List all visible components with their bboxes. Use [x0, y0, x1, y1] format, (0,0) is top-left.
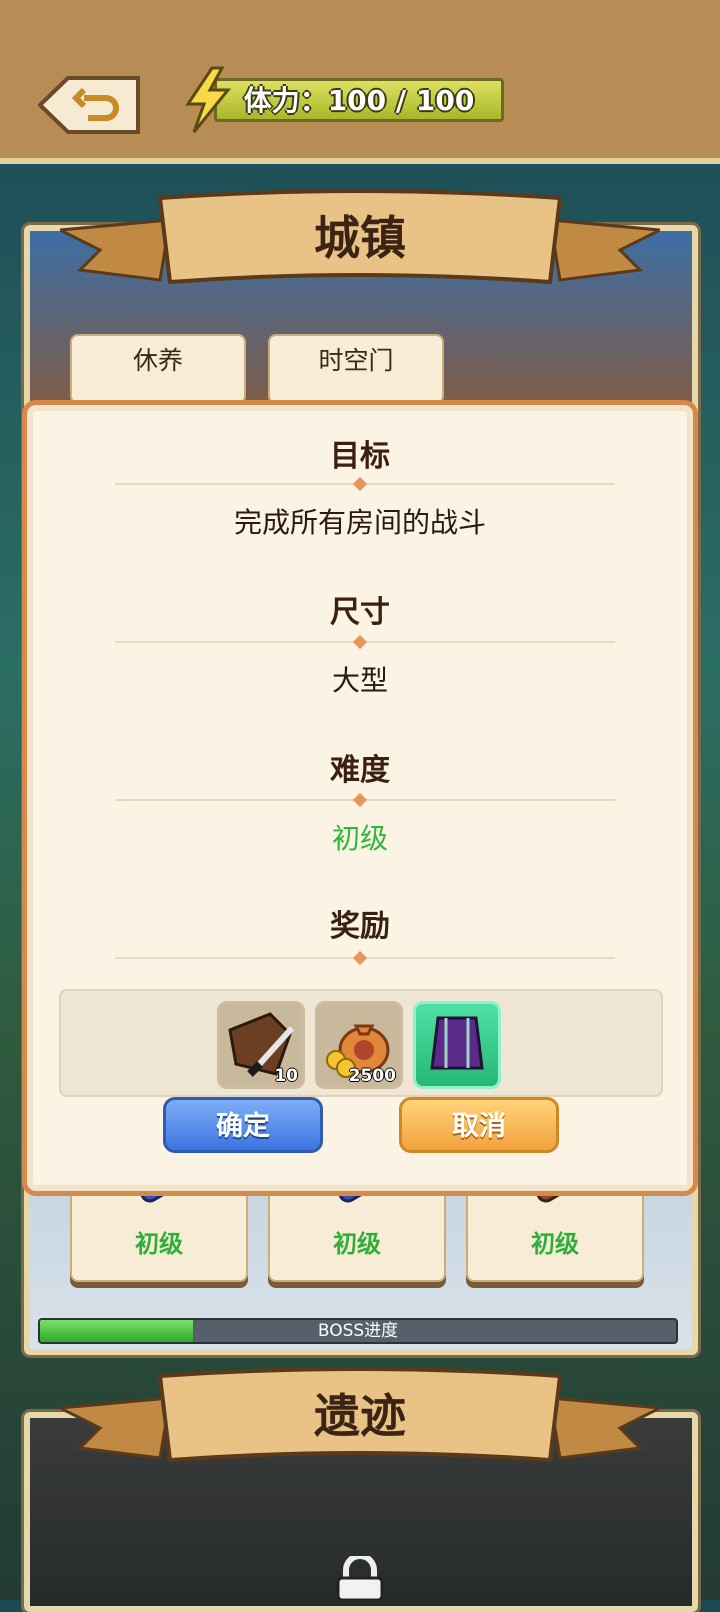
mission-dialog: 目标 完成所有房间的战斗 尺寸 大型 难度 初级 奖励 10 2500 确定 取… [22, 400, 698, 1196]
town-title: 城镇 [314, 211, 406, 265]
lock-icon [336, 1556, 384, 1600]
divider-diamond [352, 476, 368, 492]
divider-diamond [352, 950, 368, 966]
reward-item[interactable]: 10 [217, 1001, 305, 1089]
goal-value: 完成所有房间的战斗 [233, 506, 486, 539]
ruins-banner: 遗迹 [60, 1368, 660, 1478]
confirm-button[interactable]: 确定 [163, 1097, 323, 1153]
level-label: 初级 [135, 1230, 183, 1258]
boss-progress-label: BOSS进度 [317, 1321, 399, 1341]
energy-text: 体力：100 / 100 [243, 84, 475, 117]
town-banner: 城镇 [60, 190, 660, 300]
difficulty-value: 初级 [331, 822, 388, 855]
ruins-title: 遗迹 [314, 1389, 406, 1443]
size-title: 尺寸 [330, 595, 390, 630]
boss-progress-bar: BOSS进度 [38, 1318, 678, 1344]
reward-title: 奖励 [330, 909, 390, 944]
divider-diamond [352, 634, 368, 650]
tab-rest[interactable]: 休养 [70, 334, 246, 404]
top-bar: 体力：100 / 100 [0, 0, 720, 164]
reward-item[interactable]: 2500 [315, 1001, 403, 1089]
back-button[interactable] [37, 76, 142, 134]
difficulty-title: 难度 [330, 753, 390, 788]
reward-item[interactable] [413, 1001, 501, 1089]
energy-meter: 体力：100 / 100 [185, 66, 510, 133]
return-arrow-icon [37, 76, 140, 134]
energy-bar: 体力：100 / 100 [214, 78, 504, 122]
cancel-button[interactable]: 取消 [399, 1097, 559, 1153]
reward-count: 10 [274, 1066, 298, 1086]
goal-title: 目标 [330, 439, 390, 474]
reward-count: 2500 [348, 1066, 396, 1086]
purple-robe-icon [430, 1016, 484, 1070]
divider-diamond [352, 792, 368, 808]
lightning-icon [185, 66, 232, 133]
size-value: 大型 [331, 664, 388, 697]
tab-timegate[interactable]: 时空门 [268, 334, 444, 404]
level-label: 初级 [333, 1230, 381, 1258]
reward-list: 10 2500 [59, 989, 663, 1097]
level-label: 初级 [531, 1230, 579, 1258]
